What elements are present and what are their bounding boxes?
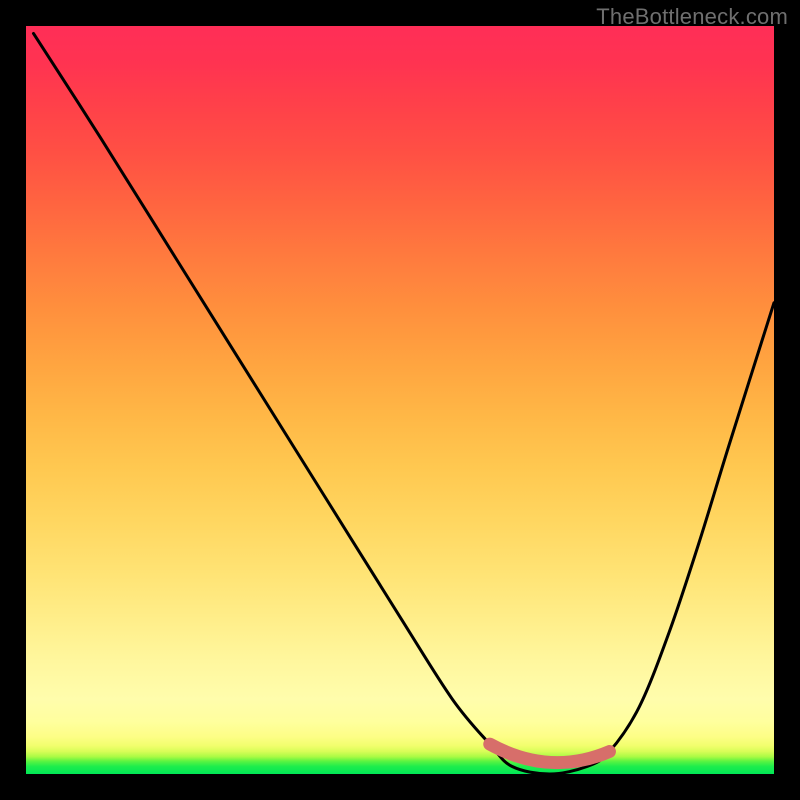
chart-plot-area [26, 26, 774, 774]
optimal-range-endpoint-left [484, 738, 496, 750]
bottleneck-curve-path [33, 33, 774, 774]
chart-frame: TheBottleneck.com [0, 0, 800, 800]
optimal-range-endpoint-right [603, 746, 615, 758]
optimal-range-marker [490, 744, 610, 763]
bottleneck-curve-svg [26, 26, 774, 774]
